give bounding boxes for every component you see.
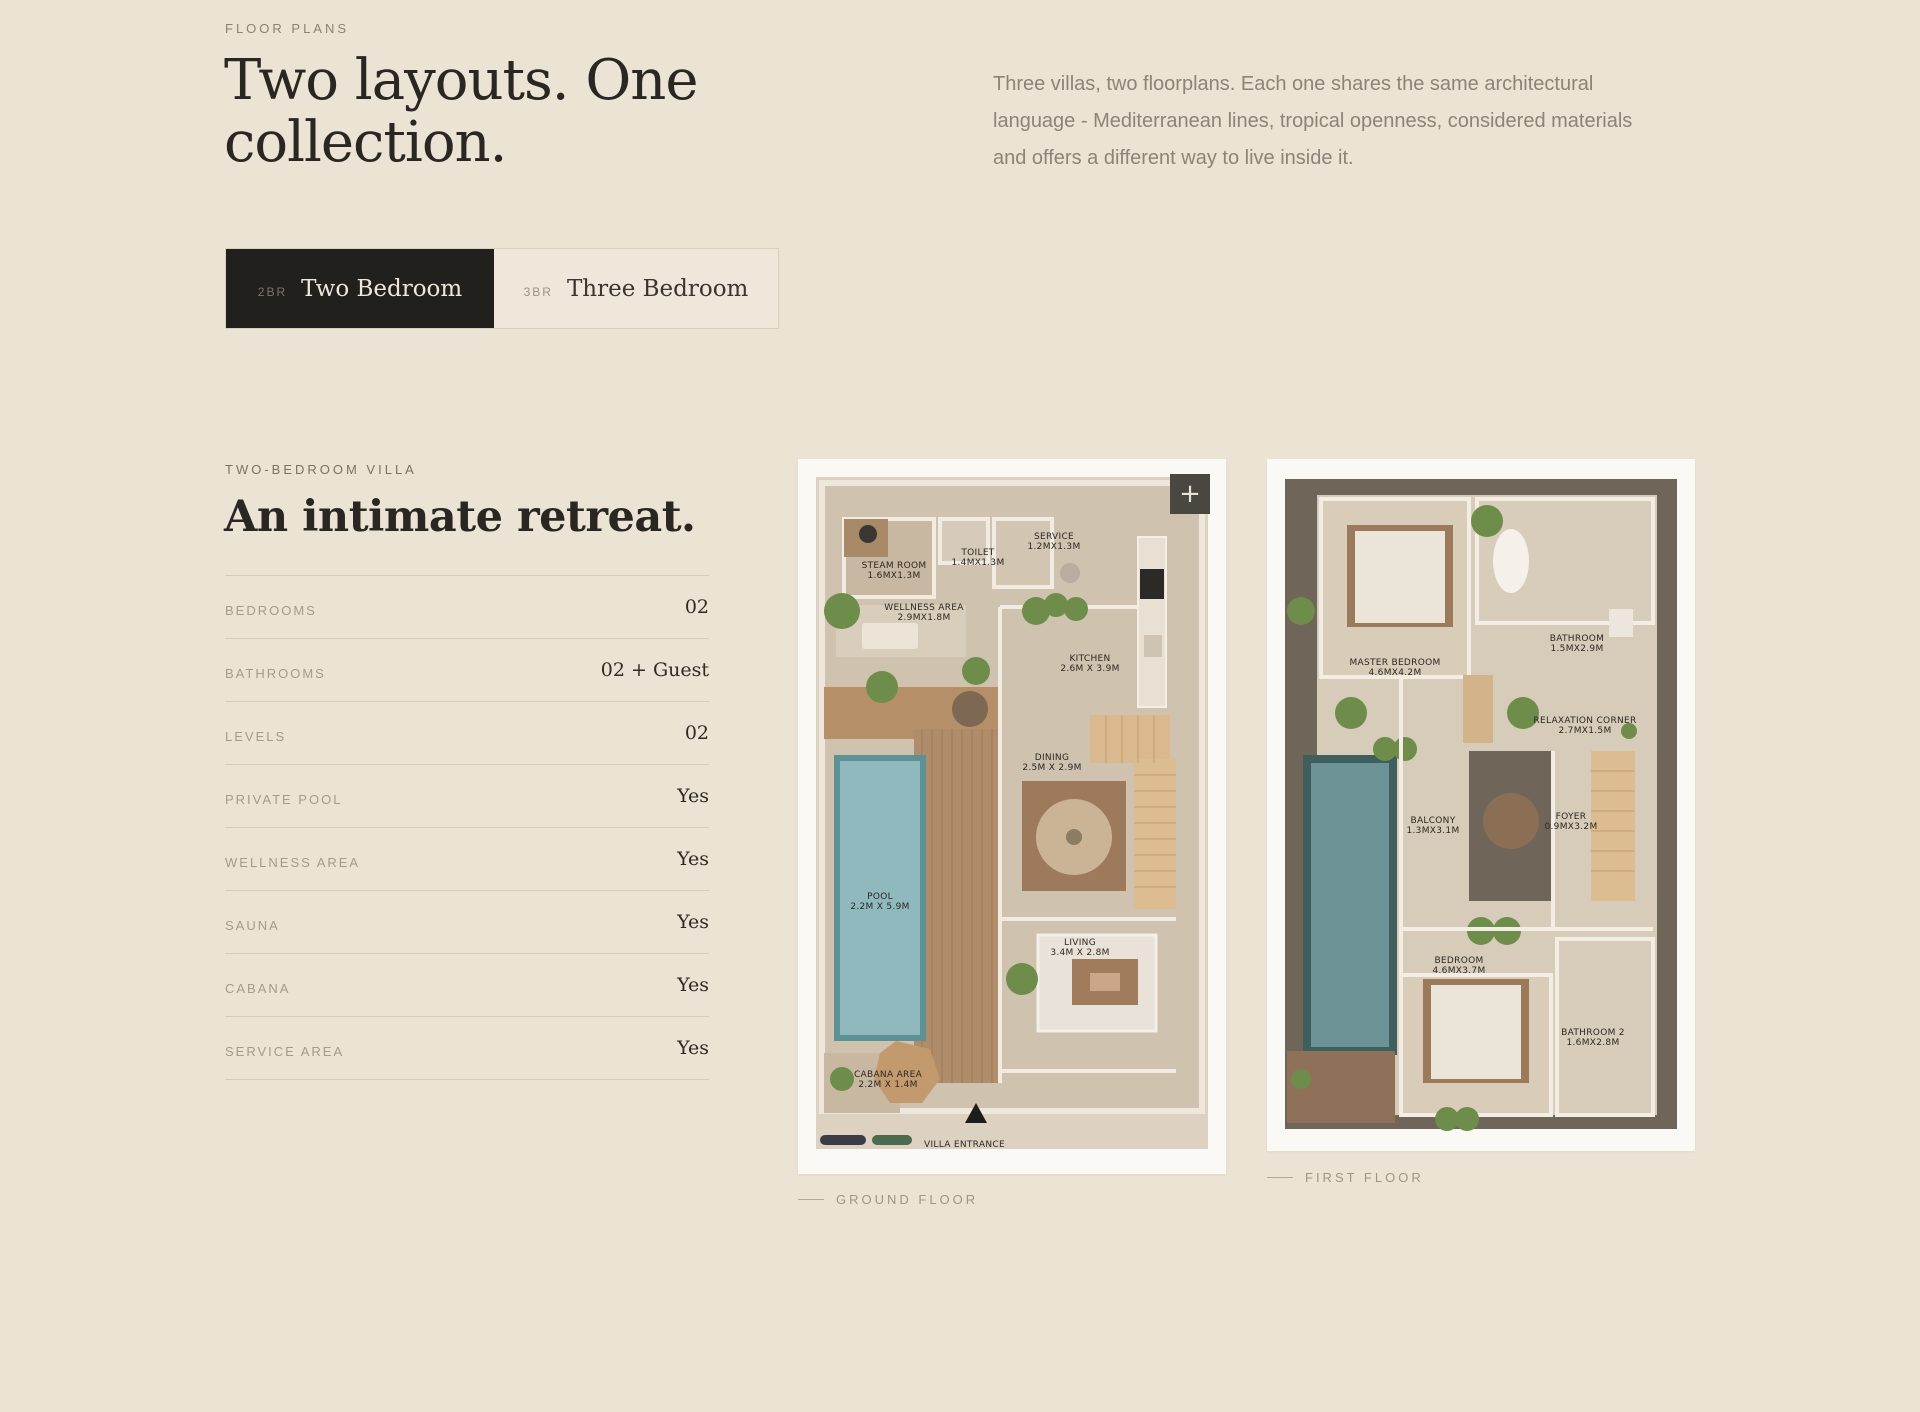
dim-steam-room: 1.6MX1.3M [867, 571, 920, 581]
caption-dash [798, 1199, 824, 1200]
tab-code: 3BR [523, 284, 553, 299]
spec-label: LEVELS [225, 728, 287, 744]
label-kitchen: KITCHEN [1069, 654, 1110, 664]
spec-label: SERVICE AREA [225, 1043, 345, 1059]
label-balcony: BALCONY [1410, 816, 1455, 826]
label-master-bedroom: MASTER BEDROOM [1349, 658, 1440, 668]
label-relaxation-corner: RELAXATION CORNER [1533, 716, 1636, 726]
dim-pool: 2.2M X 5.9M [850, 902, 909, 912]
caption-dash [1267, 1177, 1293, 1178]
caption-text: GROUND FLOOR [836, 1192, 979, 1207]
dim-toilet: 1.4MX1.3M [951, 558, 1004, 568]
spec-label: BATHROOMS [225, 665, 326, 681]
label-cabana: CABANA AREA [854, 1070, 923, 1080]
dim-master-bedroom: 4.6MX4.2M [1368, 668, 1421, 678]
label-bathroom-1: BATHROOM [1550, 634, 1604, 644]
dim-bathroom-2: 1.6MX2.8M [1566, 1038, 1619, 1048]
label-steam-room: STEAM ROOM [862, 561, 927, 571]
spec-value: 02 [684, 722, 709, 744]
label-villa-entrance: VILLA ENTRANCE [924, 1140, 1005, 1150]
ground-floor-plan[interactable]: STEAM ROOM 1.6MX1.3M TOILET 1.4MX1.3M SE… [798, 459, 1226, 1174]
spec-value: Yes [677, 1037, 709, 1059]
spec-row-bathrooms: BATHROOMS 02 + Guest [225, 639, 709, 702]
spec-value: Yes [677, 848, 709, 870]
spec-row-bedrooms: BEDROOMS 02 [225, 576, 709, 639]
spec-row-private-pool: PRIVATE POOL Yes [225, 765, 709, 828]
dim-relaxation-corner: 2.7MX1.5M [1558, 726, 1611, 736]
spec-row-cabana: CABANA Yes [225, 954, 709, 1017]
spec-row-service-area: SERVICE AREA Yes [225, 1017, 709, 1080]
ground-floor-caption: GROUND FLOOR [798, 1192, 978, 1207]
dim-foyer: 0.9MX3.2M [1544, 822, 1597, 832]
floor-plans-section: FLOOR PLANS Two layouts. One collection.… [0, 0, 1920, 1412]
dim-dining: 2.5M X 2.9M [1022, 763, 1081, 773]
dim-wellness: 2.9MX1.8M [897, 613, 950, 623]
section-title: Two layouts. One collection. [224, 48, 698, 175]
section-eyebrow: FLOOR PLANS [225, 21, 350, 36]
spec-value: 02 + Guest [600, 659, 709, 681]
spec-value: Yes [677, 911, 709, 933]
label-service: SERVICE [1034, 532, 1074, 542]
spec-label: BEDROOMS [225, 602, 317, 618]
label-living: LIVING [1064, 938, 1096, 948]
intro-paragraph: Three villas, two floorplans. Each one s… [993, 73, 1633, 169]
label-toilet: TOILET [960, 548, 994, 558]
first-floor-caption: FIRST FLOOR [1267, 1170, 1424, 1185]
spec-value: Yes [677, 974, 709, 996]
spec-label: CABANA [225, 980, 291, 996]
ground-floor-drawing: STEAM ROOM 1.6MX1.3M TOILET 1.4MX1.3M SE… [816, 477, 1208, 1150]
layout-tabs: 2BR Two Bedroom 3BR Three Bedroom [225, 248, 779, 329]
label-bathroom-2: BATHROOM 2 [1561, 1028, 1625, 1038]
villa-title: An intimate retreat. [224, 492, 696, 542]
label-pool: POOL [867, 892, 893, 902]
dim-kitchen: 2.6M X 3.9M [1060, 664, 1119, 674]
spec-label: SAUNA [225, 917, 280, 933]
label-bedroom: BEDROOM [1434, 956, 1483, 966]
spec-value: Yes [677, 785, 709, 807]
dim-cabana: 2.2M X 1.4M [858, 1080, 917, 1090]
label-dining: DINING [1035, 753, 1069, 763]
first-floor-plan[interactable]: MASTER BEDROOM 4.6MX4.2M BATHROOM 1.5MX2… [1267, 459, 1695, 1151]
tab-label: Three Bedroom [566, 275, 749, 302]
spec-value: 02 [684, 596, 709, 618]
dim-balcony: 1.3MX3.1M [1406, 826, 1459, 836]
dim-bathroom-1: 1.5MX2.9M [1550, 644, 1603, 654]
tab-two-bedroom[interactable]: 2BR Two Bedroom [226, 249, 494, 328]
tab-code: 2BR [257, 284, 288, 299]
dim-service: 1.2MX1.3M [1027, 542, 1080, 552]
caption-text: FIRST FLOOR [1305, 1170, 1424, 1185]
label-foyer: FOYER [1556, 812, 1587, 822]
spec-label: WELLNESS AREA [225, 854, 361, 870]
plus-icon[interactable]: + [1170, 474, 1210, 514]
dim-living: 3.4M X 2.8M [1050, 948, 1109, 958]
villa-eyebrow: TWO-BEDROOM VILLA [225, 462, 417, 477]
spec-row-wellness-area: WELLNESS AREA Yes [225, 828, 709, 891]
first-floor-drawing: MASTER BEDROOM 4.6MX4.2M BATHROOM 1.5MX2… [1285, 479, 1677, 1131]
label-wellness: WELLNESS AREA [884, 603, 964, 613]
tab-label: Two Bedroom [301, 275, 463, 302]
spec-row-sauna: SAUNA Yes [225, 891, 709, 954]
spec-row-levels: LEVELS 02 [225, 702, 709, 765]
dim-bedroom: 4.6MX3.7M [1432, 966, 1485, 976]
spec-label: PRIVATE POOL [225, 791, 343, 807]
spec-list: BEDROOMS 02 BATHROOMS 02 + Guest LEVELS … [225, 575, 709, 1080]
tab-three-bedroom[interactable]: 3BR Three Bedroom [494, 249, 778, 328]
